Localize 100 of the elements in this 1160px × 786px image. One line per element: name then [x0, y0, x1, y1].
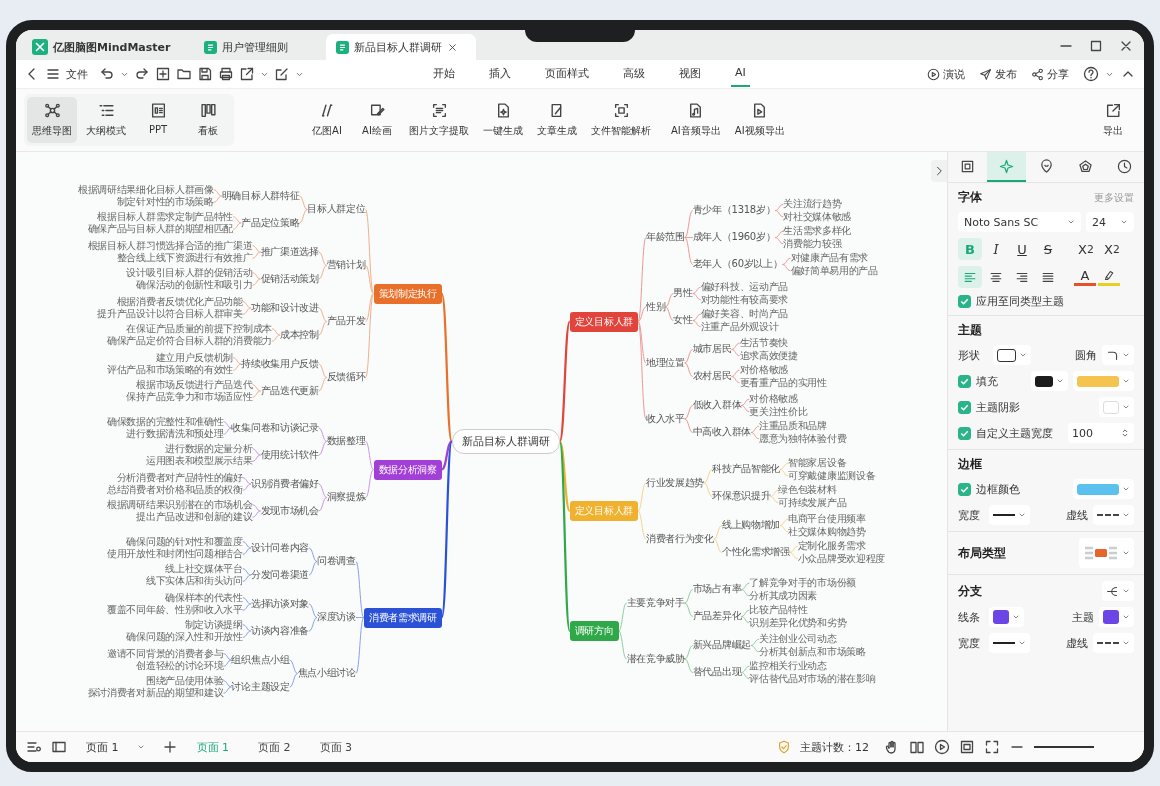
subtopic[interactable]: 主要竞争对手 — [626, 596, 685, 610]
subtopic[interactable]: 成本控制 — [279, 328, 319, 342]
subtopic[interactable]: 识别差异化优势和劣势 — [749, 616, 847, 629]
subtopic[interactable]: 更看重产品的实用性 — [739, 376, 827, 389]
subtopic[interactable]: 注重品质和品牌 — [758, 420, 847, 433]
menu-tab[interactable]: AI — [731, 61, 750, 87]
subtopic[interactable]: 根据目标人群需求定制产品特性 — [97, 210, 234, 223]
export-button[interactable]: 导出 — [1090, 97, 1136, 143]
font-size-select[interactable]: 24 — [1086, 212, 1134, 232]
subtopic[interactable]: 可持续发展产品 — [778, 496, 847, 509]
subtopic[interactable]: 监控相关行业动态 — [749, 660, 876, 673]
view-mode-button[interactable]: 看板 — [185, 97, 231, 143]
subtopic[interactable]: 收入水平 — [645, 412, 685, 426]
subtopic[interactable]: 市场占有率 — [692, 583, 742, 596]
subtopic[interactable]: 根据调研结果识别潜在的市场机会 — [107, 498, 253, 511]
subtopic[interactable]: 问卷调查 — [317, 555, 356, 568]
toolbar-button[interactable]: 发布 — [979, 66, 1017, 82]
app-tab[interactable]: 亿图脑图MindMaster — [22, 34, 192, 60]
subtopic[interactable]: 收集问卷和访谈记录 — [231, 421, 319, 435]
subtopic[interactable]: 运用图表和模型展示结果 — [145, 455, 253, 468]
subtopic[interactable]: 洞察提炼 — [326, 491, 366, 504]
subtopic[interactable]: 设计吸引目标人群的促销活动 — [126, 266, 253, 279]
menu-tab[interactable]: 视图 — [675, 61, 705, 87]
page-tab[interactable]: 页面 2 — [248, 737, 301, 757]
subtopic[interactable]: 探讨消费者对新品的期望和建议 — [87, 687, 224, 700]
subtopic[interactable]: 确保产品定价符合目标人群的消费能力 — [107, 335, 272, 348]
subtopic[interactable]: 根据目标人群习惯选择合适的推广渠道 — [87, 239, 253, 252]
subtopic[interactable]: 产品迭代更新 — [260, 384, 319, 398]
subtopic[interactable]: 根据消费者反馈优化产品功能 — [116, 295, 243, 308]
subtopic[interactable]: 对健康产品有需求 — [790, 252, 878, 265]
subtopic[interactable]: 数据整理 — [326, 435, 366, 448]
main-topic[interactable]: 消费者需求调研 — [363, 607, 442, 628]
subtopic[interactable]: 提升产品设计以符合目标人群审美 — [97, 308, 243, 321]
ai-tool-button[interactable]: AI音频导出 — [666, 97, 726, 143]
subtopic[interactable]: 了解竞争对手的市场份额 — [749, 577, 856, 590]
subtopic[interactable]: 设计问卷内容 — [250, 541, 310, 555]
subtopic[interactable]: 可穿戴健康监测设备 — [788, 469, 876, 482]
text-style-button[interactable]: U — [1010, 238, 1034, 260]
subtopic[interactable]: 访谈内容准备 — [250, 624, 310, 638]
subtopic[interactable]: 城市居民 — [692, 343, 732, 356]
subtopic[interactable]: 更关注性价比 — [749, 405, 808, 418]
document-tab[interactable]: 用户管理细则 — [194, 34, 324, 60]
subtopic[interactable]: 功能和设计改进 — [250, 301, 319, 315]
view-mode-button[interactable]: 大纲模式 — [81, 97, 131, 143]
subtopic[interactable]: 产品开发 — [326, 315, 366, 328]
subtopic[interactable]: 新兴品牌崛起 — [692, 639, 751, 652]
ai-tool-button[interactable]: 文件智能解析 — [586, 97, 656, 143]
subtopic[interactable]: 性别 — [645, 300, 666, 314]
subtopic[interactable]: 创造轻松的讨论环境 — [136, 660, 224, 673]
subtopic[interactable]: 定制化服务需求 — [797, 540, 886, 553]
subtopic[interactable]: 确保活动的创新性和吸引力 — [136, 279, 253, 292]
subtopic[interactable]: 生活节奏快 — [739, 337, 798, 350]
menu-tab[interactable]: 高级 — [619, 61, 649, 87]
file-menu[interactable]: 文件 — [66, 66, 88, 82]
subtopic[interactable]: 线上购物增加 — [721, 519, 781, 532]
subtopic[interactable]: 成年人（1960岁） — [692, 231, 776, 244]
subtopic[interactable]: 社交媒体购物趋势 — [788, 525, 866, 538]
subtopic[interactable]: 电商平台使用频率 — [788, 513, 866, 526]
subtopic[interactable]: 消费能力较强 — [783, 237, 852, 250]
width-input[interactable]: 100 — [1068, 423, 1134, 443]
subtopic[interactable]: 评估产品和市场策略的有效性 — [107, 364, 234, 377]
subtopic[interactable]: 追求高效便捷 — [739, 349, 798, 362]
subtopic[interactable]: 替代品出现 — [692, 666, 742, 679]
subtopic[interactable]: 使用统计软件 — [260, 448, 319, 462]
subtopic[interactable]: 个性化需求增强 — [721, 546, 790, 559]
subtopic[interactable]: 小众品牌受欢迎程度 — [797, 552, 886, 565]
subtopic[interactable]: 确保产品与目标人群的期望相匹配 — [87, 223, 234, 236]
subtopic[interactable]: 产品定位策略 — [241, 216, 300, 230]
subtopic[interactable]: 科技产品智能化 — [712, 463, 781, 476]
subtopic[interactable]: 行业发展趋势 — [645, 476, 705, 490]
menu-tab[interactable]: 页面样式 — [541, 61, 593, 87]
ai-tool-button[interactable]: AI绘画 — [354, 97, 400, 143]
subtopic[interactable]: 地理位置 — [645, 356, 685, 370]
ai-tool-button[interactable]: 亿图AI — [304, 97, 350, 143]
subtopic[interactable]: 持续收集用户反馈 — [241, 357, 319, 371]
subtopic[interactable]: 覆盖不同年龄、性别和收入水平 — [107, 604, 243, 617]
view-mode-button[interactable]: 思维导图 — [27, 97, 77, 143]
subtopic[interactable]: 建立用户反馈机制 — [155, 351, 234, 364]
page-select[interactable]: 页面 1 — [86, 739, 145, 755]
subtopic[interactable]: 促销活动策划 — [260, 272, 319, 286]
subtopic[interactable]: 中高收入群体 — [692, 426, 751, 439]
subtopic[interactable]: 偏好简单易用的产品 — [790, 264, 878, 277]
subtopic[interactable]: 焦点小组讨论 — [297, 667, 356, 680]
main-topic[interactable]: 数据分析洞察 — [373, 459, 442, 480]
subtopic[interactable]: 提出产品改进和创新的建议 — [136, 511, 253, 524]
subtopic[interactable]: 注重产品外观设计 — [700, 320, 789, 333]
subtopic[interactable]: 比较产品特性 — [749, 604, 847, 617]
subtopic[interactable]: 生活需求多样化 — [783, 225, 852, 238]
subtopic[interactable]: 农村居民 — [692, 370, 732, 383]
subtopic[interactable]: 分析其创新点和市场策略 — [758, 645, 866, 658]
subtopic[interactable]: 青少年（1318岁） — [692, 204, 776, 217]
subtopic[interactable]: 总结消费者对价格和品质的权衡 — [107, 484, 243, 497]
subtopic[interactable]: 保持产品竞争力和市场适应性 — [126, 391, 253, 404]
font-family-select[interactable]: Noto Sans SC — [958, 212, 1081, 232]
subtopic[interactable]: 确保问题的针对性和覆盖度 — [126, 535, 243, 548]
subtopic[interactable]: 讨论主题设定 — [231, 680, 290, 694]
subtopic[interactable]: 整合线上线下资源进行有效推广 — [116, 252, 253, 265]
subtopic[interactable]: 围绕产品使用体验 — [145, 674, 224, 687]
subtopic[interactable]: 在保证产品质量的前提下控制成本 — [126, 322, 272, 335]
toolbar-button[interactable]: 分享 — [1031, 66, 1069, 82]
